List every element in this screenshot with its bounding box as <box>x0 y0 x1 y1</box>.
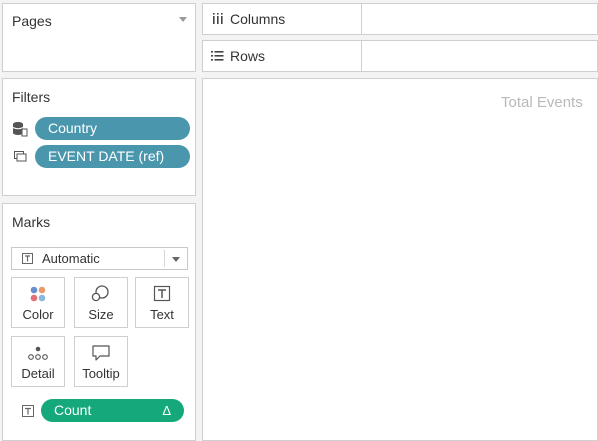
dropdown-divider <box>164 250 165 267</box>
rows-shelf[interactable]: Rows <box>202 40 598 72</box>
shelf-divider <box>361 41 362 71</box>
text-mark-icon <box>22 405 34 417</box>
rows-label: Rows <box>230 48 266 64</box>
filter-pill-label: EVENT DATE (ref) <box>48 148 165 164</box>
view-canvas[interactable]: Total Events <box>202 78 598 441</box>
rows-icon <box>211 51 224 61</box>
columns-label: Columns <box>230 11 286 27</box>
text-label: Text <box>150 307 174 322</box>
count-field-label: Count <box>54 402 92 418</box>
database-filter-icon <box>12 122 28 137</box>
tooltip-icon <box>92 345 110 361</box>
text-button[interactable]: Text <box>135 277 189 328</box>
size-icon <box>91 285 109 302</box>
chevron-down-icon <box>172 257 180 262</box>
mark-type-label: Automatic <box>42 251 100 266</box>
tooltip-button[interactable]: Tooltip <box>74 336 128 387</box>
filter-pill-event-date[interactable]: EVENT DATE (ref) <box>35 145 190 168</box>
columns-icon <box>213 13 223 24</box>
count-field-pill[interactable]: Count Δ <box>41 399 184 422</box>
detail-button[interactable]: Detail <box>11 336 65 387</box>
chevron-down-icon[interactable] <box>179 17 187 22</box>
filters-card: Filters Country EVENT DATE (ref) <box>2 78 196 196</box>
context-filter-icon <box>14 151 27 162</box>
size-label: Size <box>88 307 114 322</box>
pages-card[interactable]: Pages <box>2 3 196 72</box>
tooltip-label: Tooltip <box>82 366 120 381</box>
pages-title: Pages <box>12 13 52 29</box>
detail-label: Detail <box>21 366 55 381</box>
text-icon <box>153 285 171 302</box>
detail-icon <box>28 346 48 360</box>
filter-pill-country[interactable]: Country <box>35 117 190 140</box>
shelf-divider <box>361 4 362 34</box>
filters-title: Filters <box>12 89 51 105</box>
color-icon <box>30 286 46 302</box>
view-title: Total Events <box>501 94 583 111</box>
marks-title: Marks <box>12 214 51 230</box>
color-label: Color <box>22 307 54 322</box>
color-button[interactable]: Color <box>11 277 65 328</box>
size-button[interactable]: Size <box>74 277 128 328</box>
filter-pill-label: Country <box>48 120 98 136</box>
mark-type-dropdown[interactable]: Automatic <box>11 247 188 270</box>
marks-card: Marks Automatic Color Size Text Detail T… <box>2 203 196 441</box>
text-mark-icon <box>22 253 33 264</box>
delta-icon: Δ <box>162 403 171 418</box>
columns-shelf[interactable]: Columns <box>202 3 598 35</box>
